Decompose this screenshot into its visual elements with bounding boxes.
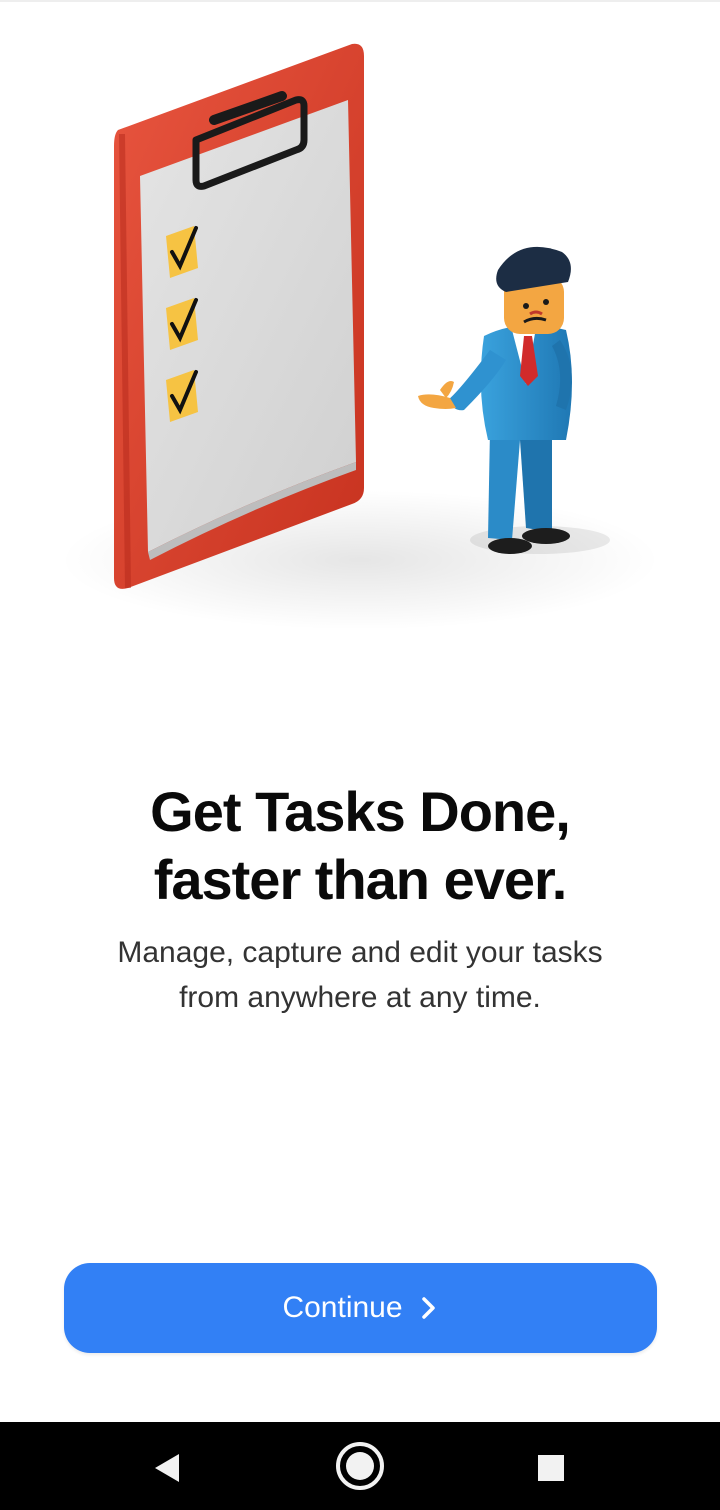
home-button[interactable] — [334, 1440, 386, 1492]
recents-button[interactable] — [527, 1444, 575, 1492]
onboarding-illustration — [60, 43, 660, 630]
continue-button[interactable]: Continue — [64, 1263, 657, 1353]
subtitle-line-2: from anywhere at any time. — [179, 981, 541, 1014]
chevron-right-icon — [421, 1297, 435, 1319]
clipboard-illustration — [114, 43, 364, 589]
home-circle-icon — [336, 1442, 384, 1490]
subtitle-line-1: Manage, capture and edit your tasks — [117, 936, 603, 969]
headline-line-2: faster than ever. — [153, 848, 568, 911]
continue-button-label: Continue — [282, 1291, 403, 1324]
system-navigation-bar — [0, 1422, 720, 1510]
headline-line-1: Get Tasks Done, — [150, 780, 571, 843]
page-subtitle: Manage, capture and edit your tasks from… — [60, 930, 660, 1020]
recents-square-icon — [538, 1455, 564, 1481]
back-triangle-icon — [155, 1454, 179, 1482]
back-button[interactable] — [143, 1444, 191, 1492]
onboarding-screen: Get Tasks Done, faster than ever. Manage… — [0, 0, 720, 1510]
page-title: Get Tasks Done, faster than ever. — [0, 778, 720, 914]
